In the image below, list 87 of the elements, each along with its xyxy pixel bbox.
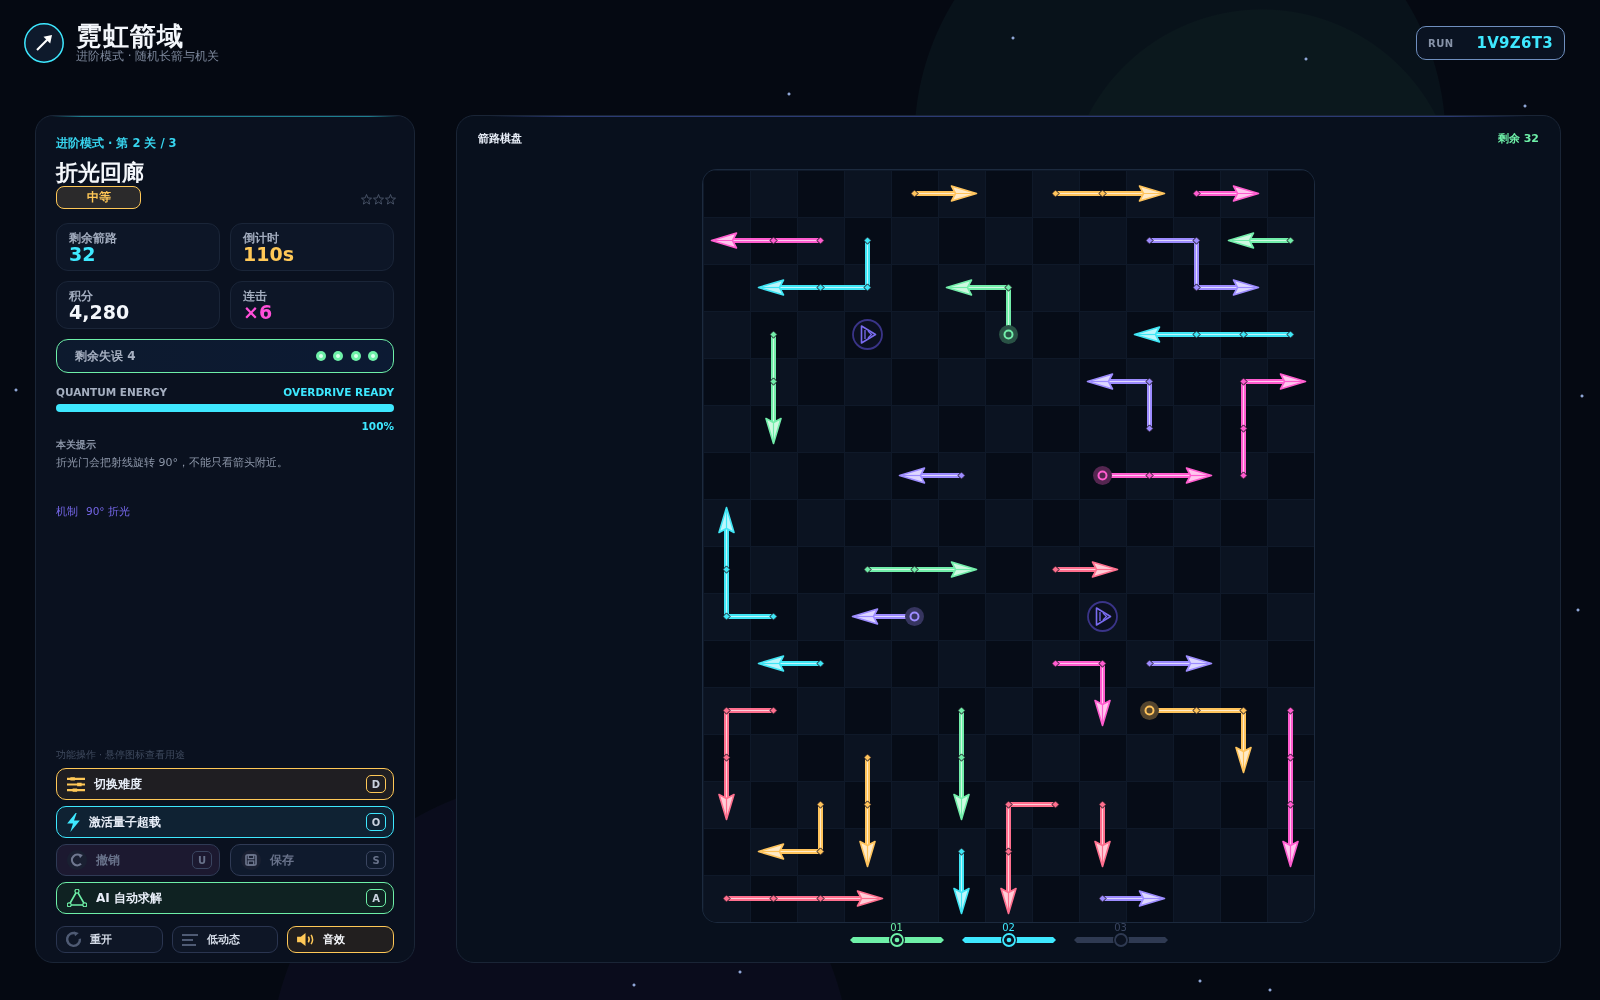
speaker-icon: [296, 932, 316, 947]
level-progress-bar[interactable]: [849, 932, 944, 948]
difficulty-badge: 中等: [56, 186, 141, 209]
sound-toggle[interactable]: 音效: [287, 926, 394, 953]
level-label: 01: [890, 922, 903, 933]
reduced-motion-toggle[interactable]: 低动态: [171, 926, 279, 953]
hint-heading: 本关提示: [56, 439, 96, 451]
energy-status: OVERDRIVE READY: [283, 386, 394, 398]
arrow[interactable]: [1051, 185, 1166, 202]
arrow[interactable]: [722, 890, 884, 907]
arrow[interactable]: [718, 506, 778, 621]
shortcut-key: O: [366, 813, 386, 831]
arrow-logo-icon: [24, 23, 64, 63]
shortcut-key: A: [366, 889, 386, 907]
arrow[interactable]: [1282, 706, 1299, 868]
arrow[interactable]: [1192, 185, 1260, 202]
prism-gate-icon: [852, 319, 883, 350]
level-title: 折光回廊: [56, 160, 144, 186]
lines-icon: [180, 933, 199, 946]
arrow[interactable]: [1145, 236, 1260, 296]
stat-label: 积分: [69, 290, 93, 302]
mistakes-label: 剩余失误 4: [75, 347, 136, 365]
auto-solve-button[interactable]: AI 自动求解 A: [56, 882, 394, 914]
arrow[interactable]: [1239, 373, 1307, 480]
arrow[interactable]: [1133, 326, 1295, 343]
level-label: 02: [1002, 922, 1015, 933]
arrow[interactable]: [718, 706, 778, 821]
arrow[interactable]: [1094, 800, 1111, 868]
arrow[interactable]: [757, 655, 825, 672]
triangle-nodes-icon: [67, 889, 87, 907]
arrow[interactable]: [953, 847, 970, 915]
restart-icon: [65, 931, 82, 948]
mechanic-value: 90° 折光: [86, 505, 130, 517]
level-progress-bar[interactable]: [961, 932, 1056, 948]
arrow[interactable]: [1000, 800, 1060, 915]
run-label: RUN: [1428, 37, 1454, 49]
overdrive-button[interactable]: 激活量子超载 O: [56, 806, 394, 838]
star-icon: [373, 194, 384, 205]
arrow[interactable]: [859, 753, 876, 868]
arrow[interactable]: [1140, 701, 1252, 774]
stat-label: 倒计时: [243, 232, 279, 244]
arrow[interactable]: [710, 232, 825, 249]
stat-label: 剩余箭路: [69, 232, 117, 244]
undo-icon: [67, 850, 87, 870]
stat-label: 连击: [243, 290, 267, 302]
arrow[interactable]: [757, 236, 872, 296]
app-subtitle: 进阶模式 · 随机长箭与机关: [76, 49, 220, 63]
stat-value: 32: [69, 244, 96, 264]
arrow[interactable]: [765, 330, 782, 445]
arrow[interactable]: [898, 467, 966, 484]
hint-text: 折光门会把射线旋转 90°，不能只看箭头附近。: [56, 456, 288, 470]
arrow[interactable]: [1145, 655, 1213, 672]
arrow[interactable]: [953, 706, 970, 821]
arrow[interactable]: [757, 800, 825, 860]
arrow[interactable]: [1093, 466, 1213, 485]
save-icon: [241, 850, 261, 870]
stat-value: 4,280: [69, 302, 130, 322]
arrow[interactable]: [1227, 232, 1295, 249]
level-breadcrumb: 进阶模式 · 第 2 关 / 3: [56, 137, 178, 149]
arrow[interactable]: [851, 607, 924, 626]
restart-button[interactable]: 重开: [56, 926, 163, 953]
star-icon: [361, 194, 372, 205]
shortcut-key: S: [366, 851, 386, 869]
energy-label: QUANTUM ENERGY: [56, 386, 168, 398]
arrow[interactable]: [863, 561, 978, 578]
run-code: 1V9Z6T3: [1476, 34, 1553, 52]
difficulty-button[interactable]: 切换难度 D: [56, 768, 394, 800]
remaining-count: 剩余 32: [1497, 133, 1539, 147]
lightning-icon: [67, 812, 80, 832]
app-title: 霓虹箭域: [76, 21, 184, 51]
arrow[interactable]: [910, 185, 978, 202]
stat-value: 110s: [243, 244, 294, 264]
stat-value: ×6: [243, 302, 273, 322]
energy-reading: 100%: [361, 420, 394, 432]
prism-gate-icon: [1087, 601, 1118, 632]
shortcut-key: U: [192, 851, 212, 869]
mechanic-label: 机制: [56, 505, 78, 517]
arrow[interactable]: [1098, 890, 1166, 907]
shortcut-key: D: [366, 775, 386, 793]
level-label: 03: [1114, 922, 1127, 933]
sliders-icon: [67, 776, 85, 792]
arrow[interactable]: [1086, 373, 1154, 433]
star-icon: [385, 194, 396, 205]
arrow[interactable]: [945, 279, 1018, 344]
arrow[interactable]: [1051, 561, 1119, 578]
board-title: 箭路棋盘: [478, 133, 522, 147]
arrow[interactable]: [1051, 659, 1111, 727]
